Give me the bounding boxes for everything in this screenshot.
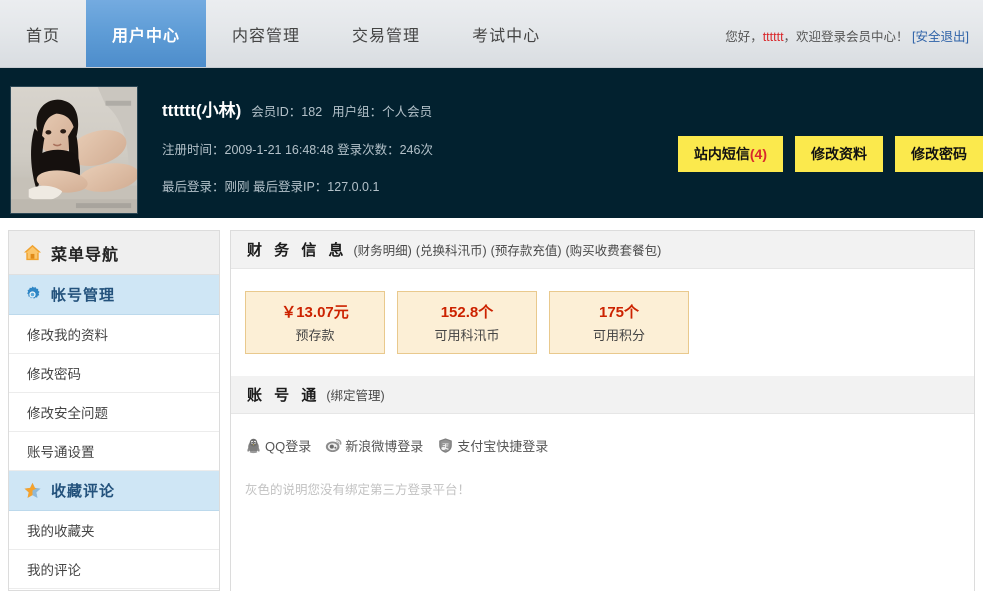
bind-provider-qq[interactable]: QQ登录 [245, 436, 311, 455]
third-party-login-row: QQ登录 新浪微博登录 [245, 436, 974, 455]
sidebar-item-change-password[interactable]: 修改密码 [9, 354, 219, 393]
edit-profile-button[interactable]: 修改资料 [795, 136, 883, 172]
top-navigation-bar: 首页 用户中心 内容管理 交易管理 考试中心 您好，tttttt，欢迎登录会员中… [0, 0, 983, 68]
member-id: 会员ID：182 [251, 101, 322, 120]
banner-action-buttons: 站内短信(4) 修改资料 修改密码 [678, 136, 983, 172]
sidebar-item-my-favorites[interactable]: 我的收藏夹 [9, 511, 219, 550]
account-bind-link-manage[interactable]: (绑定管理) [326, 385, 384, 404]
change-password-label: 修改密码 [911, 146, 967, 162]
sidebar-group-favorites-comments[interactable]: 收藏评论 [9, 471, 219, 511]
nav-item-user-center[interactable]: 用户中心 [86, 0, 206, 67]
nav-item-exam-center[interactable]: 考试中心 [446, 0, 566, 67]
stat-card-points: 175个 可用积分 [549, 291, 689, 354]
user-profile-banner: tttttt(小林) 会员ID：182 用户组：个人会员 注册时间：2009-1… [0, 68, 983, 218]
bind-provider-sina-weibo[interactable]: 新浪微博登录 [325, 436, 423, 455]
greeting-prefix: 您好， [725, 30, 763, 44]
finance-link-buy-package[interactable]: (购买收费套餐包) [566, 240, 662, 259]
sidebar-item-my-comments[interactable]: 我的评论 [9, 550, 219, 589]
register-info: 注册时间：2009-1-21 16:48:48 登录次数：246次 [162, 139, 433, 158]
finance-stats-row: ￥13.07元 预存款 152.8个 可用科汛币 175个 可用积分 [231, 269, 974, 376]
home-icon [23, 243, 42, 262]
sidebar-group-account-management[interactable]: 帐号管理 [9, 275, 219, 315]
star-icon [23, 481, 42, 500]
sidebar-group-label: 收藏评论 [51, 480, 115, 501]
nav-item-transaction-management[interactable]: 交易管理 [326, 0, 446, 67]
sidebar-item-edit-profile[interactable]: 修改我的资料 [9, 315, 219, 354]
nav-item-home[interactable]: 首页 [0, 0, 86, 67]
bind-provider-label: 新浪微博登录 [345, 436, 423, 455]
change-password-button[interactable]: 修改密码 [895, 136, 983, 172]
qq-penguin-icon [245, 437, 262, 454]
inbox-messages-label: 站内短信 [694, 146, 750, 162]
finance-section-header: 财 务 信 息 (财务明细) (兑换科汛币) (预存款充值) (购买收费套餐包) [231, 231, 974, 269]
account-bind-section-links: (绑定管理) [326, 385, 384, 404]
gear-icon [23, 285, 42, 304]
user-info-block: tttttt(小林) 会员ID：182 用户组：个人会员 注册时间：2009-1… [162, 96, 433, 195]
stat-value: ￥13.07元 [281, 301, 349, 322]
bind-provider-label: QQ登录 [265, 436, 311, 455]
sidebar-item-security-question[interactable]: 修改安全问题 [9, 393, 219, 432]
stat-card-coins: 152.8个 可用科汛币 [397, 291, 537, 354]
sidebar-item-account-link-settings[interactable]: 账号通设置 [9, 432, 219, 471]
greeting-bar: 您好，tttttt，欢迎登录会员中心！ [安全退出] [725, 26, 969, 45]
sidebar-group-label: 帐号管理 [51, 284, 115, 305]
nav-item-content-management[interactable]: 内容管理 [206, 0, 326, 67]
greeting-suffix: ，欢迎登录会员中心！ [784, 30, 909, 44]
user-display-name: tttttt(小林) [162, 96, 241, 121]
nav-item-list: 首页 用户中心 内容管理 交易管理 考试中心 [0, 0, 566, 67]
stat-label: 预存款 [295, 325, 334, 344]
avatar[interactable] [10, 86, 138, 214]
edit-profile-label: 修改资料 [811, 146, 867, 162]
bind-provider-label: 支付宝快捷登录 [457, 436, 548, 455]
bind-provider-alipay[interactable]: 支付宝快捷登录 [437, 436, 548, 455]
user-identity-row: tttttt(小林) 会员ID：182 用户组：个人会员 [162, 96, 433, 121]
finance-link-exchange-coin[interactable]: (兑换科汛币) [416, 240, 487, 259]
stat-label: 可用科汛币 [434, 325, 499, 344]
page-body: 菜单导航 帐号管理 修改我的资料 修改密码 修改安全问题 账号通设置 [0, 218, 983, 591]
sidebar-header: 菜单导航 [9, 231, 219, 275]
stat-value: 152.8个 [441, 301, 494, 322]
user-group: 用户组：个人会员 [332, 101, 432, 120]
main-content: 财 务 信 息 (财务明细) (兑换科汛币) (预存款充值) (购买收费套餐包)… [230, 230, 975, 591]
inbox-messages-button[interactable]: 站内短信(4) [678, 136, 783, 172]
stat-card-balance: ￥13.07元 预存款 [245, 291, 385, 354]
sina-weibo-icon [325, 437, 342, 454]
finance-section-title: 财 务 信 息 [247, 239, 348, 260]
account-bind-body: QQ登录 新浪微博登录 [231, 414, 974, 498]
finance-link-details[interactable]: (财务明细) [354, 240, 412, 259]
third-party-bind-note: 灰色的说明您没有绑定第三方登录平台！ [245, 479, 974, 498]
user-photo-icon [11, 87, 137, 213]
logout-link[interactable]: [安全退出] [912, 30, 969, 44]
account-bind-section-header: 账 号 通 (绑定管理) [231, 376, 974, 414]
account-bind-section-title: 账 号 通 [247, 384, 320, 405]
greeting-username: tttttt [763, 30, 784, 44]
sidebar-header-label: 菜单导航 [51, 241, 119, 265]
stat-value: 175个 [599, 301, 639, 322]
sidebar: 菜单导航 帐号管理 修改我的资料 修改密码 修改安全问题 账号通设置 [8, 230, 220, 591]
stat-label: 可用积分 [593, 325, 645, 344]
last-login-info: 最后登录：刚刚 最后登录IP：127.0.0.1 [162, 176, 433, 195]
finance-link-recharge[interactable]: (预存款充值) [491, 240, 562, 259]
inbox-messages-count: (4) [750, 146, 767, 162]
finance-section-links: (财务明细) (兑换科汛币) (预存款充值) (购买收费套餐包) [354, 240, 662, 259]
alipay-shield-icon [437, 437, 454, 454]
